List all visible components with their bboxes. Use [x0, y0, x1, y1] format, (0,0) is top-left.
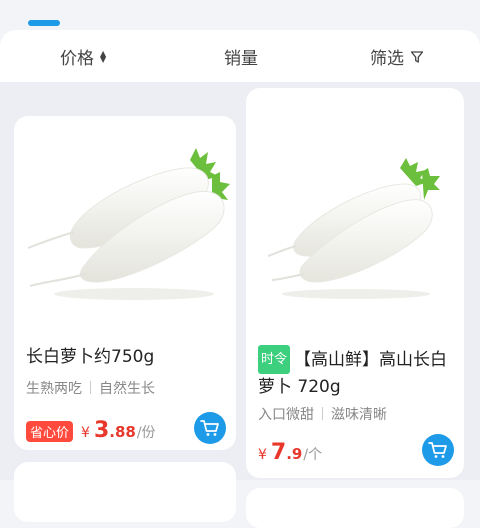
price-unit: /个 — [303, 447, 323, 463]
cart-icon — [200, 420, 219, 436]
price-unit: /份 — [136, 425, 156, 441]
sort-price-label: 价格 — [60, 49, 94, 69]
add-to-cart-button[interactable] — [194, 412, 226, 444]
tab-indicator — [28, 20, 60, 26]
currency-symbol: ¥ — [81, 425, 90, 441]
product-tag: 入口微甜 — [258, 407, 314, 423]
price-row: ¥ 7 .9 /个 — [258, 440, 322, 465]
white-radish-image — [267, 158, 440, 299]
sort-sales-label: 销量 — [224, 49, 258, 69]
product-title: 时令 【高山鲜】高山长白萝卜 720g — [258, 345, 460, 401]
price-decimal: .88 — [109, 423, 136, 441]
cart-icon — [428, 442, 447, 458]
product-list-panel: 价格 ▲ ▼ 销量 筛选 长白萝卜约750g 生熟两吃 自然生长 省心价 ¥ 3… — [0, 30, 480, 528]
product-card[interactable]: 长白萝卜约750g 生熟两吃 自然生长 省心价 ¥ 3 .88 /份 — [14, 116, 236, 450]
sort-bar: 价格 ▲ ▼ 销量 筛选 — [0, 30, 480, 82]
tag-divider — [90, 381, 91, 394]
sort-by-sales[interactable]: 销量 — [224, 44, 258, 69]
sort-by-price[interactable]: 价格 ▲ ▼ — [60, 44, 106, 69]
white-radish-image — [27, 148, 230, 300]
product-tag: 滋味清晰 — [331, 407, 387, 423]
filter-funnel-icon — [410, 50, 424, 63]
product-tags: 入口微甜 滋味清晰 — [258, 404, 387, 424]
filter-button[interactable]: 筛选 — [370, 44, 424, 69]
product-card[interactable] — [14, 462, 236, 522]
season-badge: 时令 — [258, 345, 291, 374]
price-decimal: .9 — [286, 445, 303, 463]
product-tag: 生熟两吃 — [26, 381, 82, 397]
price-integer: 3 — [93, 418, 110, 443]
price-badge: 省心价 — [26, 421, 74, 442]
price-integer: 7 — [270, 440, 287, 465]
product-title: 长白萝卜约750g — [26, 347, 155, 367]
add-to-cart-button[interactable] — [422, 434, 454, 466]
currency-symbol: ¥ — [258, 447, 267, 463]
tag-divider — [322, 407, 323, 420]
product-tags: 生熟两吃 自然生长 — [26, 378, 155, 398]
product-tag: 自然生长 — [99, 381, 155, 397]
product-card[interactable] — [246, 488, 464, 528]
sort-updown-icon: ▲ ▼ — [100, 48, 107, 64]
filter-label: 筛选 — [370, 49, 404, 69]
product-card[interactable]: 时令 【高山鲜】高山长白萝卜 720g 入口微甜 滋味清晰 ¥ 7 .9 /个 — [246, 88, 464, 478]
price-row: 省心价 ¥ 3 .88 /份 — [26, 418, 156, 443]
